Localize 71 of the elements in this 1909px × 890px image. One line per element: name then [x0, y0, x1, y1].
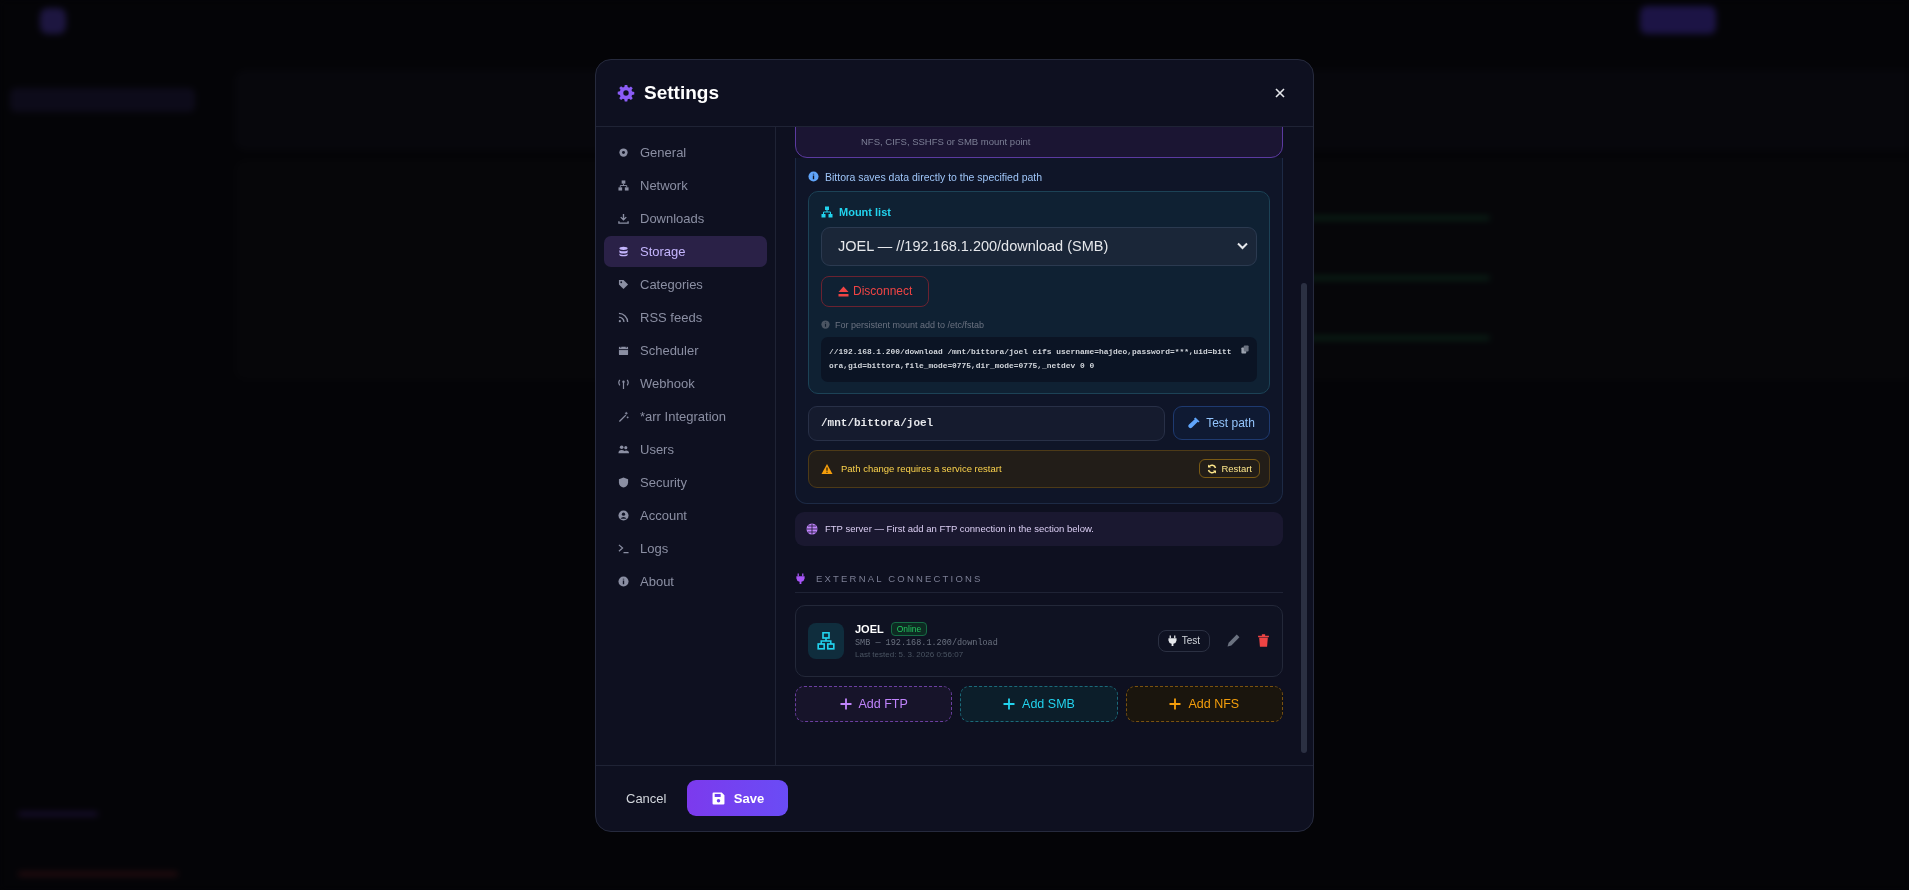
sidebar-item[interactable]: Users: [604, 433, 767, 465]
globe-icon: [806, 522, 818, 535]
sidebar-item[interactable]: Security: [604, 466, 767, 498]
sidebar-item[interactable]: RSS feeds: [604, 301, 767, 333]
test-path-button[interactable]: Test path: [1173, 406, 1270, 440]
download-icon: [618, 212, 629, 224]
sidebar-item[interactable]: Downloads: [604, 202, 767, 234]
sidebar-item[interactable]: *arr Integration: [604, 400, 767, 432]
copy-icon[interactable]: [1241, 344, 1249, 354]
restart-button[interactable]: Restart: [1199, 459, 1260, 478]
wand-icon: [618, 410, 629, 422]
user-circle-icon: [618, 509, 629, 521]
terminal-icon: [618, 542, 629, 554]
info-icon: [808, 171, 819, 182]
trash-icon[interactable]: [1257, 634, 1270, 647]
eject-icon: [838, 285, 849, 297]
sidebar-item[interactable]: Logs: [604, 532, 767, 564]
sidebar-item[interactable]: Account: [604, 499, 767, 531]
plug-icon: [1167, 635, 1177, 646]
antenna-icon: [618, 377, 629, 389]
info-text: Bittora saves data directly to the specified path: [825, 170, 1043, 183]
connection-name: JOEL: [855, 623, 884, 635]
network-icon: [821, 205, 833, 218]
chevron-down-icon: [1237, 242, 1248, 250]
storage-option-card[interactable]: NFS, CIFS, SSHFS or SMB mount point: [795, 126, 1283, 158]
plus-icon: [839, 697, 852, 710]
dialog-title: Settings: [644, 81, 719, 104]
sidebar-item[interactable]: General: [604, 136, 767, 168]
connection-detail: SMB — 192.168.1.200/download: [855, 638, 999, 648]
mount-select[interactable]: JOEL — //192.168.1.200/download (SMB): [821, 226, 1257, 266]
network-icon: [808, 622, 844, 659]
info-icon: [618, 575, 629, 587]
info-icon: [821, 320, 830, 329]
path-field[interactable]: /mnt/bittora/joel: [808, 405, 1165, 441]
test-tube-icon: [1188, 417, 1201, 429]
network-icon: [618, 179, 629, 191]
plus-icon: [1169, 697, 1182, 710]
database-icon: [618, 245, 629, 257]
close-icon: [1275, 87, 1285, 98]
add-connection-button[interactable]: Add FTP: [795, 685, 953, 722]
save-button[interactable]: Save: [687, 780, 789, 816]
shield-icon: [618, 476, 629, 488]
sidebar-item[interactable]: About: [604, 565, 767, 597]
sidebar-item[interactable]: Network: [604, 169, 767, 201]
pencil-icon[interactable]: [1227, 634, 1240, 647]
ftp-notice-text: FTP server — First add an FTP connection in the section below.: [825, 523, 1094, 534]
add-connection-button[interactable]: Add NFS: [1125, 685, 1283, 722]
sidebar-item[interactable]: Scheduler: [604, 334, 767, 366]
option-subtitle: NFS, CIFS, SSHFS or SMB mount point: [861, 135, 1031, 147]
gear-icon: [618, 146, 629, 158]
warning-icon: [821, 462, 833, 475]
test-button[interactable]: Test: [1157, 629, 1210, 652]
disconnect-button[interactable]: Disconnect: [821, 275, 930, 307]
warning-text: Path change requires a service restart: [841, 463, 1003, 474]
sidebar-item[interactable]: Storage: [604, 235, 767, 267]
rss-icon: [618, 311, 629, 323]
section-heading: EXTERNAL CONNECTIONS: [816, 572, 983, 584]
sidebar-item[interactable]: Categories: [604, 268, 767, 300]
plus-icon: [1003, 697, 1016, 710]
gear-icon: [617, 83, 635, 102]
users-icon: [618, 443, 629, 455]
calendar-icon: [618, 344, 629, 356]
cancel-button[interactable]: Cancel: [617, 782, 676, 814]
status-badge: Online: [890, 622, 928, 636]
refresh-icon: [1207, 463, 1218, 474]
hint-text: For persistent mount add to /etc/fstab: [835, 319, 985, 330]
add-connection-button[interactable]: Add SMB: [960, 685, 1118, 722]
mount-list-label: Mount list: [839, 205, 891, 218]
plug-icon: [795, 572, 806, 584]
sidebar-item[interactable]: Webhook: [604, 367, 767, 399]
tag-icon: [618, 278, 629, 290]
